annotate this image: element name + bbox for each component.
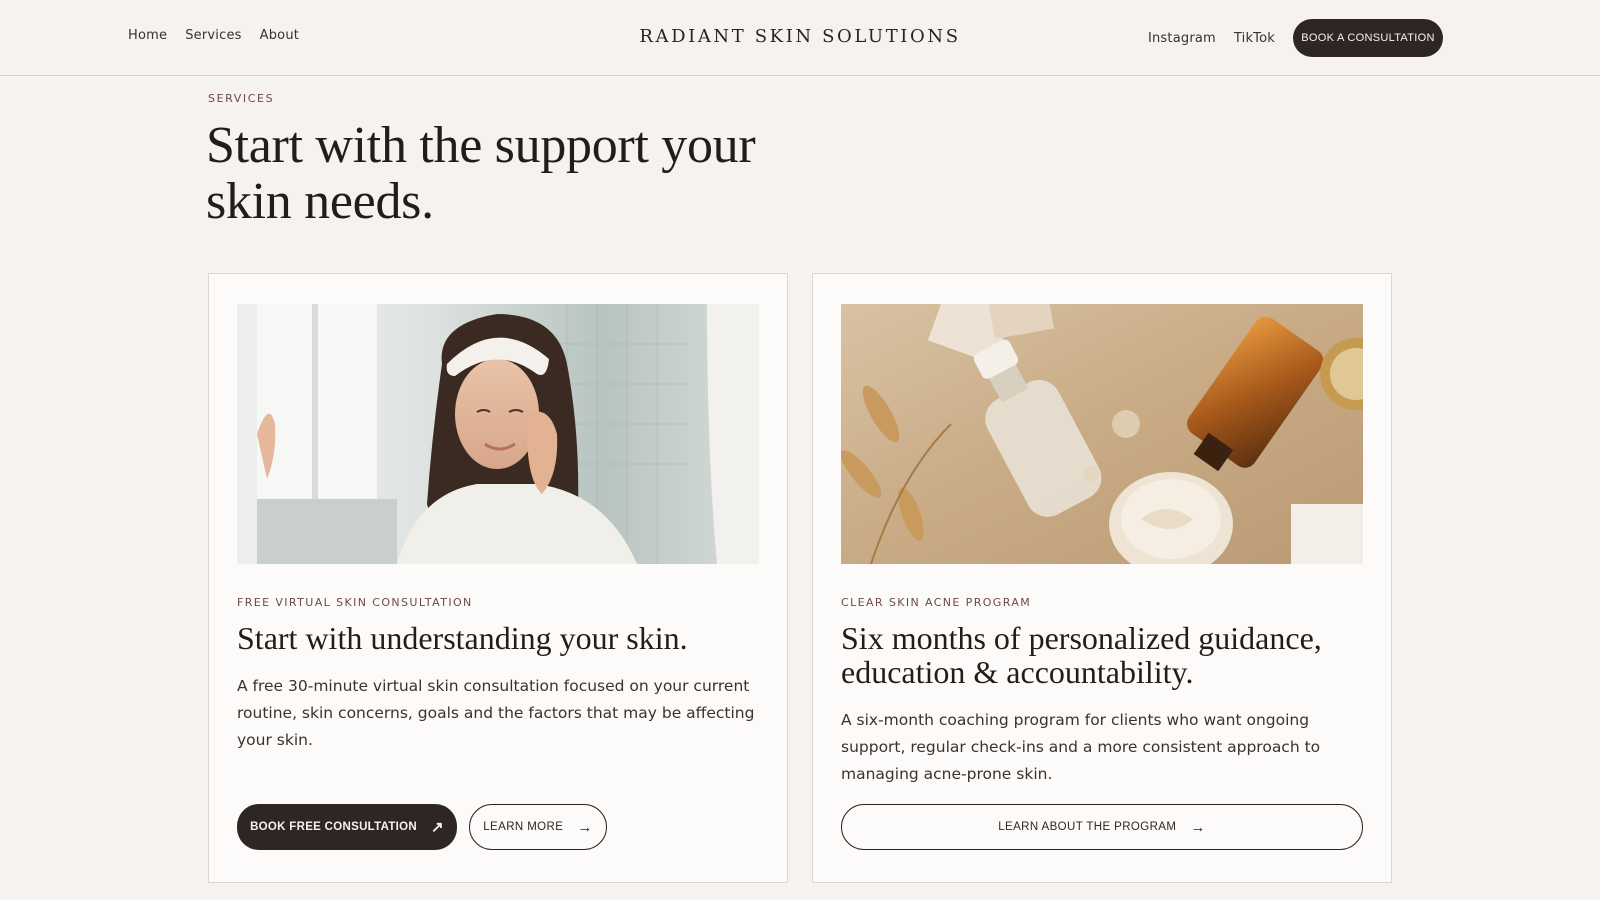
external-arrow-icon: ↗	[431, 818, 444, 836]
learn-more-button[interactable]: LEARN MORE →	[469, 804, 607, 850]
service-title: Six months of personalized guidance, edu…	[841, 620, 1322, 690]
button-label: LEARN MORE	[483, 821, 564, 833]
service-label: CLEAR SKIN ACNE PROGRAM	[841, 596, 1032, 609]
card-actions: BOOK FREE CONSULTATION ↗ LEARN MORE →	[237, 804, 607, 850]
service-card-consultation: FREE VIRTUAL SKIN CONSULTATION Start wit…	[208, 273, 788, 883]
skincare-products-image	[841, 304, 1363, 564]
page-title: Start with the support your skin needs.	[206, 117, 756, 230]
service-description: A six-month coaching program for clients…	[841, 711, 1321, 783]
service-title: Start with understanding your skin.	[237, 620, 688, 656]
tiktok-link[interactable]: TikTok	[1234, 31, 1275, 46]
site-header: Home Services About RADIANT SKIN SOLUTIO…	[0, 0, 1600, 76]
woman-applying-cream-image	[237, 304, 759, 564]
book-consultation-button[interactable]: BOOK A CONSULTATION	[1293, 19, 1443, 57]
learn-about-program-button[interactable]: LEARN ABOUT THE PROGRAM →	[841, 804, 1363, 850]
button-label: LEARN ABOUT THE PROGRAM	[998, 821, 1177, 833]
service-card-acne-program: CLEAR SKIN ACNE PROGRAM Six months of pe…	[812, 273, 1392, 883]
header-actions: Instagram TikTok BOOK A CONSULTATION	[1148, 19, 1443, 57]
service-label: FREE VIRTUAL SKIN CONSULTATION	[237, 596, 473, 609]
right-arrow-icon: →	[577, 818, 593, 836]
book-free-consultation-button[interactable]: BOOK FREE CONSULTATION ↗	[237, 804, 457, 850]
button-label: BOOK FREE CONSULTATION	[250, 821, 418, 833]
section-eyebrow: SERVICES	[208, 92, 275, 105]
service-description: A free 30-minute virtual skin consultati…	[237, 677, 755, 749]
instagram-link[interactable]: Instagram	[1148, 31, 1216, 46]
right-arrow-icon: →	[1190, 818, 1206, 836]
card-actions: LEARN ABOUT THE PROGRAM →	[841, 804, 1363, 850]
